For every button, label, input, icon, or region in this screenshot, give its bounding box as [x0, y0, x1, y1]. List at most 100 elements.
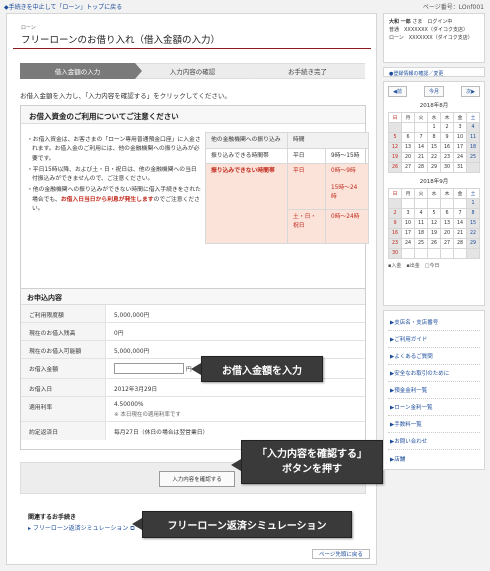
notice-bullets: ・お借入資金は、お客さまの「ローン専用普通預金口座」に入金されます。お借入金のご… [27, 136, 202, 216]
registration-info-link[interactable]: ●登録情報の確認／変更 [383, 67, 485, 77]
sidebar-link[interactable]: ▶支店名・支店番号 [388, 314, 480, 331]
confirm-input-button[interactable]: 入力内容を確認する [159, 471, 235, 487]
sidebar-link[interactable]: ▶ご利用ガイド [388, 331, 480, 348]
top-bar: ◆手続きを中止して「ローン」トップに戻る ページ番号：LOnf001 [0, 0, 490, 12]
calendar-day: 20 [440, 228, 454, 239]
calendar-day: 27 [401, 162, 415, 173]
calendar-day: 7 [414, 132, 428, 143]
callout-pointer [231, 459, 241, 471]
calendar-day: 9 [440, 132, 454, 143]
calendar-day: 30 [440, 162, 454, 173]
calendar-day: 16 [440, 142, 454, 153]
weekday-header: 水 [427, 112, 441, 123]
sidebar-link[interactable]: ▶店舗 [388, 450, 480, 467]
weekday-header: 木 [440, 188, 454, 199]
calendar-empty-cell [401, 248, 415, 259]
prev-month-button[interactable]: ◀前 [388, 86, 407, 97]
step-complete: お手続き完了 [250, 63, 365, 79]
sidebar-link[interactable]: ▶安全なお取引のために [388, 365, 480, 382]
weekday-header: 日 [388, 188, 402, 199]
calendar-empty-cell [414, 122, 428, 133]
step-amount-input: 借入金額の入力 [20, 63, 142, 79]
calendar-day: 27 [440, 238, 454, 249]
calendar-day: 4 [466, 122, 480, 133]
callout-enter-amount: お借入金額を入力 [201, 356, 323, 382]
title-divider [13, 48, 371, 49]
calendar-day: 26 [388, 162, 402, 173]
sidebar: 大和 一郎 さま ログイン中 普通 XXXXXXX（ダイコク支店） ローン XX… [383, 13, 485, 474]
page-title: フリーローンのお借り入れ（借入金額の入力） [21, 35, 221, 46]
sidebar-link[interactable]: ▶手数料一覧 [388, 416, 480, 433]
calendar-day: 15 [427, 142, 441, 153]
row-label: お借入日 [21, 379, 106, 396]
repayment-simulation-link[interactable]: ▸ フリーローン返済シミュレーション ⧉ [28, 523, 135, 533]
sidebar-link[interactable]: ▶ローン金利一覧 [388, 399, 480, 416]
row-value: 2012年3月29日 [114, 387, 158, 393]
calendar-empty-cell [427, 198, 441, 209]
calendar-day: 19 [427, 228, 441, 239]
calendar-box: ◀前 今月 次▶ 2018年8月 日月火水木金土 1 2 3 4 5 6 7 8 9 10 11 12 1… [383, 81, 485, 306]
callout-pointer [132, 518, 142, 530]
calendar-empty-cell [453, 248, 467, 259]
calendar-day: 23 [440, 152, 454, 163]
calendar-day: 24 [401, 238, 415, 249]
calendar-empty-cell [440, 198, 454, 209]
loan-amount-input[interactable] [114, 362, 184, 374]
back-to-loan-top-link[interactable]: ◆手続きを中止して「ローン」トップに戻る [4, 2, 122, 11]
login-status: さま ログイン中 [412, 19, 453, 25]
calendar-empty-cell [427, 248, 441, 259]
calendar-day: 26 [427, 238, 441, 249]
calendar-day: 3 [453, 122, 467, 133]
calendar-day: 1 [427, 122, 441, 133]
calendar-day: 12 [388, 142, 402, 153]
table-header: 他の金融機関への振り込み [205, 132, 288, 149]
calendar-day: 10 [453, 132, 467, 143]
sidebar-link[interactable]: ▶よくあるご質問 [388, 348, 480, 365]
callout-simulation: フリーローン返済シミュレーション [142, 511, 352, 538]
table-cell: 振り込みできる時間帯 [205, 147, 288, 164]
sidebar-link[interactable]: ▶お問い合わせ [388, 433, 480, 450]
calendar-august: 日月火水木金土 1 2 3 4 5 6 7 8 9 10 11 12 13 14 15 16 17 18 19 20 21… [388, 112, 480, 173]
calendar-day: 3 [401, 208, 415, 219]
table-row: ご利用限度額 5,000,000円 [21, 305, 365, 323]
page-top-button[interactable]: ページ先頭に戻る [312, 549, 370, 559]
intro-text: お借入金額を入力し、「入力内容を確認する」をクリックしてください。 [20, 92, 231, 100]
next-month-button[interactable]: 次▶ [461, 86, 480, 97]
calendar-day: 28 [453, 238, 467, 249]
calendar-day: 13 [401, 142, 415, 153]
calendar-day: 10 [401, 218, 415, 229]
table-row: 約定返済日 毎月27日（休日の場合は翌営業日） [21, 422, 365, 440]
weekday-header: 火 [414, 112, 428, 123]
calendar-day: 25 [466, 152, 480, 163]
row-value: 5,000,000円 [114, 313, 150, 319]
table-row: 現在のお借入残高 0円 [21, 323, 365, 341]
calendar-day: 7 [453, 208, 467, 219]
application-heading: お申込内容 [21, 289, 365, 305]
row-label: ご利用限度額 [21, 305, 106, 322]
calendar-day: 17 [453, 142, 467, 153]
account-ordinary: 普通 XXXXXXX（ダイコク支店） [389, 27, 468, 33]
weekday-header: 木 [440, 112, 454, 123]
rate-note: ※ 本日現在の適用利率です [114, 412, 181, 418]
calendar-day: 5 [388, 132, 402, 143]
calendar-title-august: 2018年8月 [419, 103, 449, 109]
weekday-header: 土 [466, 188, 480, 199]
calendar-day: 6 [401, 132, 415, 143]
calendar-day: 13 [440, 218, 454, 229]
progress-steps: 借入金額の入力 入力内容の確認 お手続き完了 [20, 63, 365, 79]
account-loan: ローン XXXXXXX（ダイコク支店） [389, 35, 473, 41]
sidebar-link[interactable]: ▶預金金利一覧 [388, 382, 480, 399]
callout-press-confirm: 「入力内容を確認する」 ボタンを押す [241, 440, 383, 484]
category-label: ローン [21, 25, 36, 31]
current-month-button[interactable]: 今月 [423, 86, 444, 97]
notice-bullet: ・お借入資金は、お客さまの「ローン専用普通預金口座」に入金されます。お借入金のご… [27, 137, 201, 162]
calendar-september: 日月火水木金土 1 2 3 4 5 6 7 8 9 10 11 12 13 14 15 16 17 18 19 20 21… [388, 188, 480, 259]
table-cell: 9時〜15時 [325, 147, 369, 164]
calendar-day: 19 [388, 152, 402, 163]
calendar-day: 24 [453, 152, 467, 163]
row-value: 5,000,000円 [114, 349, 150, 355]
amount-field-wrap: 円 [106, 359, 200, 378]
row-label: 現在のお借入可能額 [21, 341, 106, 358]
weekday-header: 火 [414, 188, 428, 199]
table-row: 適用利率 4.50000% ※ 本日現在の適用利率です [21, 397, 365, 422]
